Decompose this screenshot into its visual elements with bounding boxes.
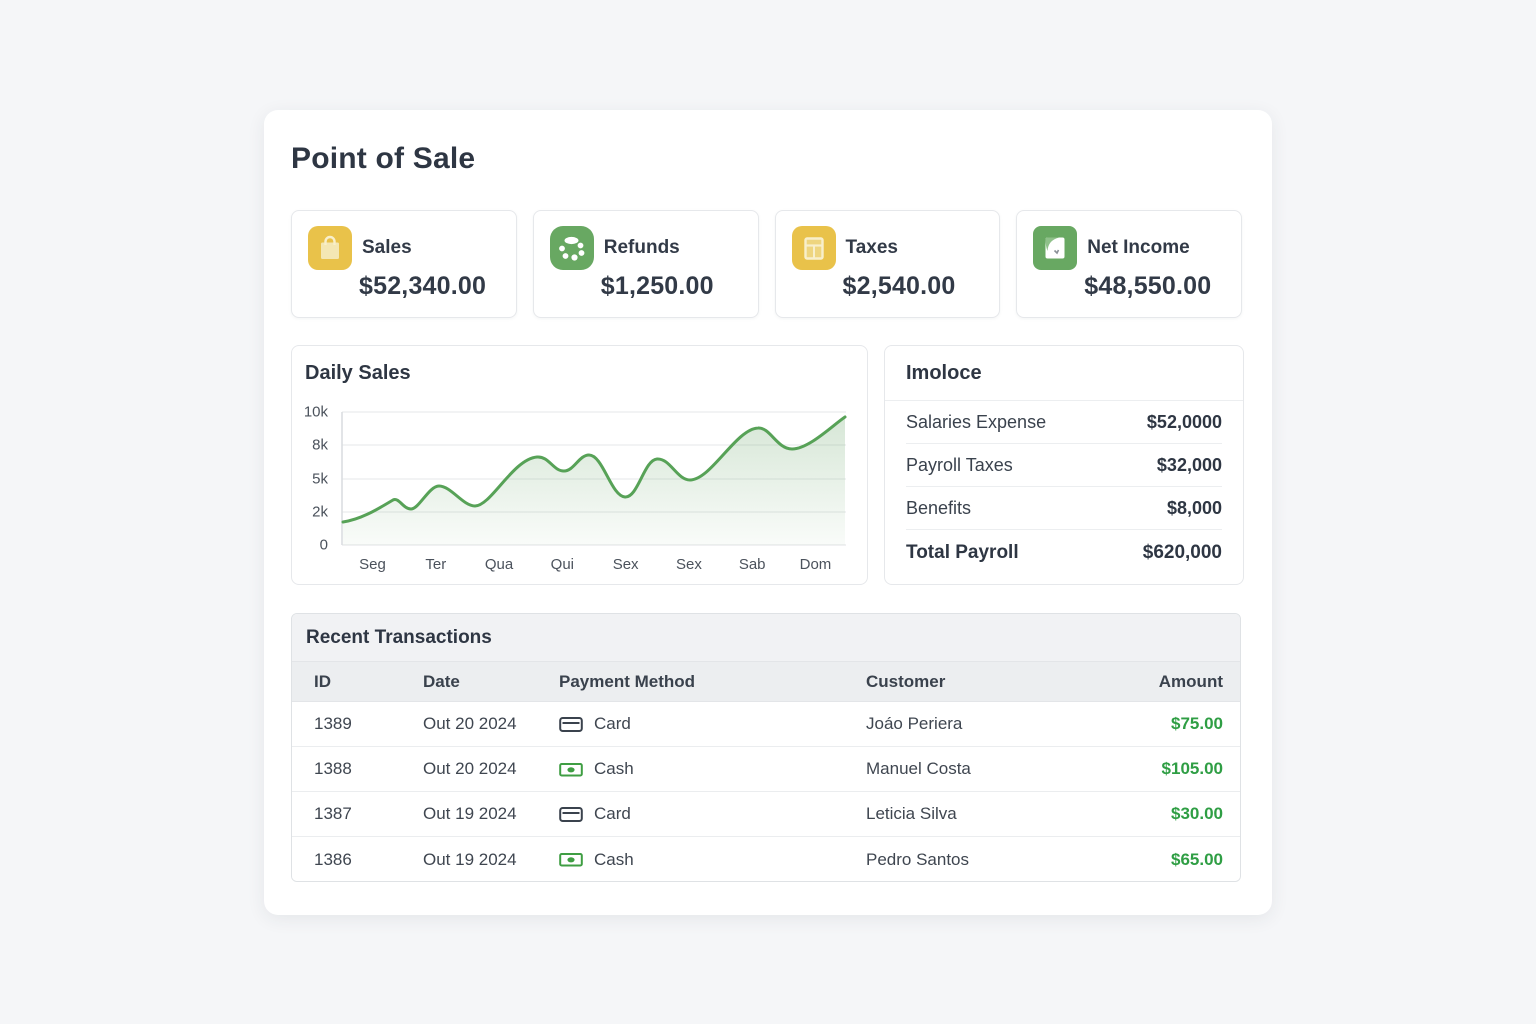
transaction-method: Card	[559, 804, 866, 824]
transaction-method: Cash	[559, 759, 866, 779]
chart-y-axis: 10k 8k 5k 2k 0	[292, 409, 334, 549]
x-tick: Sab	[721, 556, 784, 573]
payment-method-label: Cash	[594, 850, 634, 870]
net-income-document-icon	[1033, 226, 1077, 270]
transaction-id: 1389	[314, 714, 423, 734]
payment-method-icon	[559, 760, 583, 779]
transaction-customer: Manuel Costa	[866, 759, 1154, 779]
pos-dashboard-card: Point of Sale Sales $52,340.00	[264, 110, 1272, 915]
transaction-date: Out 19 2024	[423, 804, 559, 824]
transaction-id: 1386	[314, 850, 423, 870]
column-header-id: ID	[314, 672, 423, 692]
payroll-panel-header: Imoloce	[885, 346, 1243, 401]
y-tick: 8k	[312, 437, 328, 454]
transactions-header-row: ID Date Payment Method Customer Amount	[292, 662, 1240, 702]
payroll-row-taxes: Payroll Taxes $32,000	[906, 444, 1222, 487]
payment-method-label: Cash	[594, 759, 634, 779]
chart-x-axis: Seg Ter Qua Qui Sex Sex Sab Dom	[341, 556, 847, 573]
receipt-icon	[792, 226, 836, 270]
transaction-date: Out 20 2024	[423, 714, 559, 734]
payroll-row-value: $32,000	[1157, 455, 1222, 476]
y-tick: 0	[320, 537, 328, 554]
payroll-total-value: $620,000	[1143, 542, 1222, 564]
column-header-method: Payment Method	[559, 672, 866, 692]
daily-sales-panel: Daily Sales 10k 8k 5k 2k 0	[291, 345, 868, 585]
transaction-amount: $30.00	[1154, 804, 1223, 824]
y-tick: 10k	[304, 404, 328, 421]
payment-method-label: Card	[594, 804, 631, 824]
stat-value: $48,550.00	[1084, 272, 1211, 301]
payment-method-icon	[559, 805, 583, 824]
payroll-row-label: Salaries Expense	[906, 412, 1046, 433]
payroll-row-value: $52,0000	[1147, 412, 1222, 433]
shopping-bag-icon	[308, 226, 352, 270]
stats-row: Sales $52,340.00 Refunds $1,250.00	[291, 210, 1242, 318]
chart-title: Daily Sales	[305, 362, 411, 385]
stat-value: $52,340.00	[359, 272, 486, 301]
x-tick: Seg	[341, 556, 404, 573]
stat-value: $2,540.00	[843, 272, 956, 301]
column-header-amount: Amount	[1154, 672, 1223, 692]
transaction-row: 1386 Out 19 2024 Cash Pedro Santos $65.0…	[292, 837, 1240, 882]
middle-row: Daily Sales 10k 8k 5k 2k 0	[291, 345, 1244, 585]
x-tick: Qui	[531, 556, 594, 573]
transaction-method: Card	[559, 714, 866, 734]
x-tick: Qua	[468, 556, 531, 573]
transaction-customer: Joáo Periera	[866, 714, 1154, 734]
transactions-title: Recent Transactions	[292, 614, 1240, 662]
transaction-amount: $75.00	[1154, 714, 1223, 734]
transaction-customer: Leticia Silva	[866, 804, 1154, 824]
stat-label: Sales	[362, 237, 412, 259]
payment-method-icon	[559, 850, 583, 869]
transaction-amount: $65.00	[1154, 850, 1223, 870]
daily-sales-area-chart	[341, 409, 847, 549]
transaction-amount: $105.00	[1154, 759, 1223, 779]
transaction-id: 1388	[314, 759, 423, 779]
transaction-row: 1388 Out 20 2024 Cash Manuel Costa $105.…	[292, 747, 1240, 792]
stat-label: Net Income	[1087, 237, 1189, 259]
payroll-title: Imoloce	[906, 362, 982, 385]
stat-card-refunds: Refunds $1,250.00	[533, 210, 759, 318]
transaction-date: Out 19 2024	[423, 850, 559, 870]
payroll-total-label: Total Payroll	[906, 542, 1019, 564]
stat-label: Refunds	[604, 237, 680, 259]
column-header-customer: Customer	[866, 672, 1154, 692]
payroll-rows: Salaries Expense $52,0000 Payroll Taxes …	[885, 401, 1243, 576]
recent-transactions-panel: Recent Transactions ID Date Payment Meth…	[291, 613, 1241, 882]
payroll-row-label: Benefits	[906, 498, 971, 519]
payment-method-label: Card	[594, 714, 631, 734]
stat-card-net-income: Net Income $48,550.00	[1016, 210, 1242, 318]
refund-icon	[550, 226, 594, 270]
transaction-date: Out 20 2024	[423, 759, 559, 779]
stat-label: Taxes	[846, 237, 898, 259]
payroll-row-label: Payroll Taxes	[906, 455, 1013, 476]
x-tick: Dom	[784, 556, 847, 573]
transaction-row: 1387 Out 19 2024 Card Leticia Silva $30.…	[292, 792, 1240, 837]
transaction-id: 1387	[314, 804, 423, 824]
payroll-row-total: Total Payroll $620,000	[906, 530, 1222, 576]
x-tick: Sex	[594, 556, 657, 573]
payroll-row-salaries: Salaries Expense $52,0000	[906, 401, 1222, 444]
stat-value: $1,250.00	[601, 272, 714, 301]
payroll-summary-panel: Imoloce Salaries Expense $52,0000 Payrol…	[884, 345, 1244, 585]
x-tick: Ter	[404, 556, 467, 573]
payroll-row-value: $8,000	[1167, 498, 1222, 519]
page-title: Point of Sale	[291, 142, 475, 176]
x-tick: Sex	[657, 556, 720, 573]
payment-method-icon	[559, 715, 583, 734]
transaction-customer: Pedro Santos	[866, 850, 1154, 870]
transaction-row: 1389 Out 20 2024 Card Joáo Periera $75.0…	[292, 702, 1240, 747]
y-tick: 5k	[312, 471, 328, 488]
payroll-row-benefits: Benefits $8,000	[906, 487, 1222, 530]
y-tick: 2k	[312, 504, 328, 521]
stat-card-sales: Sales $52,340.00	[291, 210, 517, 318]
column-header-date: Date	[423, 672, 559, 692]
stat-card-taxes: Taxes $2,540.00	[775, 210, 1001, 318]
transaction-method: Cash	[559, 850, 866, 870]
